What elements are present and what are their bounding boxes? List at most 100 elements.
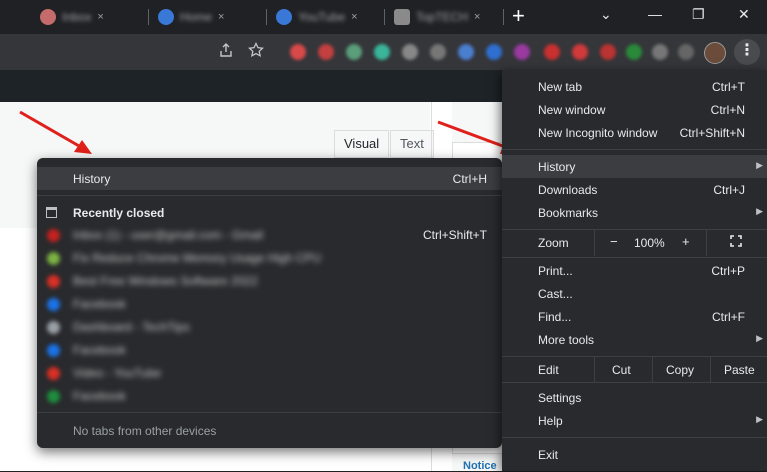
- tab-close-icon[interactable]: ×: [97, 11, 103, 23]
- menu-item-bookmarks[interactable]: Bookmarks ▶: [502, 201, 767, 224]
- zoom-in-button[interactable]: +: [682, 234, 690, 249]
- site-favicon-icon: [47, 321, 60, 334]
- minimize-button[interactable]: —: [648, 4, 662, 24]
- chrome-menu-button[interactable]: ⋮: [734, 39, 760, 65]
- menu-item-new-window[interactable]: New window Ctrl+N: [502, 98, 767, 121]
- zoom-row: Zoom − 100% +: [502, 230, 767, 256]
- menu-label: Settings: [538, 391, 582, 405]
- extension-icon[interactable]: [374, 44, 390, 60]
- menu-item-downloads[interactable]: Downloads Ctrl+J: [502, 178, 767, 201]
- fullscreen-icon[interactable]: [730, 235, 742, 247]
- recently-closed-title: Inbox (1) - user@gmail.com - Gmail: [73, 228, 264, 242]
- recently-closed-item[interactable]: Facebook: [37, 385, 502, 408]
- chevron-right-icon: ▶: [756, 333, 763, 343]
- new-tab-button[interactable]: +: [512, 4, 525, 28]
- close-window-button[interactable]: ✕: [738, 4, 750, 24]
- site-favicon-icon: [47, 275, 60, 288]
- menu-item-history[interactable]: History ▶: [502, 155, 767, 178]
- extension-icon[interactable]: [652, 44, 668, 60]
- tab-close-icon[interactable]: ×: [474, 11, 480, 23]
- extension-icon[interactable]: [514, 44, 530, 60]
- site-favicon-icon: [47, 229, 60, 242]
- menu-label: History: [538, 160, 576, 174]
- chevron-right-icon: ▶: [756, 414, 763, 424]
- history-label: History: [73, 171, 111, 186]
- extension-icon[interactable]: [572, 44, 588, 60]
- tab-search-icon[interactable]: ⌄: [600, 4, 612, 24]
- text-tab-button[interactable]: Text: [390, 130, 434, 158]
- recently-closed-item[interactable]: Facebook: [37, 339, 502, 362]
- menu-item-find[interactable]: Find... Ctrl+F: [502, 305, 767, 328]
- recently-closed-item[interactable]: Fix Reduce Chrome Memory Usage High CPU: [37, 247, 502, 270]
- extension-icon[interactable]: [544, 44, 560, 60]
- extension-icon[interactable]: [402, 44, 418, 60]
- recently-closed-title: Video - YouTube: [73, 366, 162, 380]
- history-shortcut: Ctrl+H: [452, 171, 487, 186]
- recently-closed-item[interactable]: Facebook: [37, 293, 502, 316]
- restore-button[interactable]: ❐: [692, 4, 705, 24]
- recently-closed-title: Best Free Windows Software 2022: [73, 274, 258, 288]
- menu-label: Print...: [538, 264, 573, 278]
- extension-icon[interactable]: [600, 44, 616, 60]
- recently-closed-item[interactable]: Inbox (1) - user@gmail.com - Gmail Ctrl+…: [37, 224, 502, 247]
- tab-label: TopTECH: [416, 10, 469, 24]
- tab-gmail[interactable]: Inbox ×: [40, 6, 104, 28]
- recently-closed-item[interactable]: Dashboard - TechTips: [37, 316, 502, 339]
- tab-toptech[interactable]: TopTECH ×: [394, 6, 480, 28]
- no-other-devices-text: No tabs from other devices: [73, 424, 217, 438]
- menu-label: New tab: [538, 80, 583, 94]
- recently-closed-item[interactable]: Video - YouTube: [37, 362, 502, 385]
- extension-icon[interactable]: [346, 44, 362, 60]
- paste-button[interactable]: Paste: [724, 363, 755, 377]
- recently-closed-title: Dashboard - TechTips: [73, 320, 190, 334]
- menu-item-exit[interactable]: Exit: [502, 443, 767, 466]
- copy-button[interactable]: Copy: [666, 363, 694, 377]
- zoom-level: 100%: [634, 236, 665, 250]
- menu-shortcut: Ctrl+F: [712, 310, 745, 324]
- toptech-favicon-icon: [394, 9, 410, 25]
- extension-icon[interactable]: [458, 44, 474, 60]
- gmail-favicon-icon: [40, 9, 56, 25]
- window-icon: [46, 207, 57, 218]
- menu-label: New window: [538, 103, 606, 117]
- menu-label: Bookmarks: [538, 206, 599, 220]
- tab-close-icon[interactable]: ×: [351, 11, 357, 23]
- menu-item-more-tools[interactable]: More tools ▶: [502, 328, 767, 351]
- menu-item-help[interactable]: Help ▶: [502, 409, 767, 432]
- cut-button[interactable]: Cut: [612, 363, 631, 377]
- history-menu-item[interactable]: History Ctrl+H: [37, 167, 502, 190]
- youtube-favicon-icon: [276, 9, 292, 25]
- chevron-right-icon: ▶: [756, 160, 763, 170]
- zoom-out-button[interactable]: −: [610, 234, 618, 249]
- menu-shortcut: Ctrl+J: [713, 183, 745, 197]
- star-icon[interactable]: [248, 41, 264, 62]
- site-favicon-icon: [47, 252, 60, 265]
- recently-closed-item[interactable]: Best Free Windows Software 2022: [37, 270, 502, 293]
- browser-toolbar: ⋮: [0, 34, 767, 70]
- extension-icon[interactable]: [430, 44, 446, 60]
- recently-closed-title: Facebook: [73, 343, 126, 357]
- share-icon[interactable]: [218, 42, 234, 62]
- menu-item-settings[interactable]: Settings: [502, 386, 767, 409]
- menu-item-new-tab[interactable]: New tab Ctrl+T: [502, 75, 767, 98]
- tab-strip: Inbox × Home × YouTube × TopTECH × + ⌄ —…: [0, 0, 767, 34]
- menu-shortcut: Ctrl+Shift+N: [679, 126, 745, 140]
- tab-close-icon[interactable]: ×: [218, 11, 224, 23]
- menu-item-cast[interactable]: Cast...: [502, 282, 767, 305]
- menu-item-new-incognito[interactable]: New Incognito window Ctrl+Shift+N: [502, 121, 767, 144]
- extension-icon[interactable]: [290, 44, 306, 60]
- tab-youtube[interactable]: YouTube ×: [276, 6, 358, 28]
- menu-item-print[interactable]: Print... Ctrl+P: [502, 259, 767, 282]
- extension-icon[interactable]: [626, 44, 642, 60]
- visual-tab-button[interactable]: Visual: [334, 130, 390, 158]
- tab-label: Inbox: [62, 10, 92, 24]
- extensions-puzzle-icon[interactable]: [678, 44, 694, 60]
- extension-icon[interactable]: [486, 44, 502, 60]
- zoom-label: Zoom: [538, 236, 569, 250]
- recently-closed-title: Facebook: [73, 389, 126, 403]
- profile-avatar[interactable]: [704, 42, 726, 64]
- menu-label: Cast...: [538, 287, 573, 301]
- reopen-shortcut: Ctrl+Shift+T: [422, 228, 487, 242]
- tab-home[interactable]: Home ×: [158, 6, 224, 28]
- extension-icon[interactable]: [318, 44, 334, 60]
